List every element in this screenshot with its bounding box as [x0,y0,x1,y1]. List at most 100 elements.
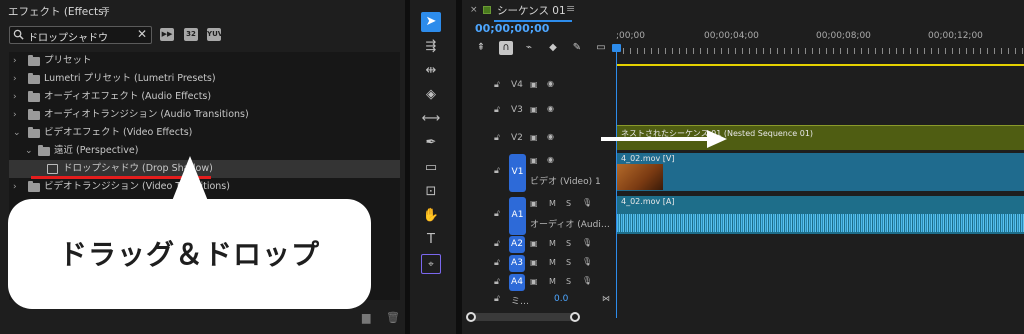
ripple-edit-icon[interactable]: ⇹ [421,61,441,81]
track-lane[interactable] [617,255,1024,273]
track-lane[interactable] [617,236,1024,254]
linked-selection-icon[interactable]: ⌁ [522,41,536,55]
timecode-display[interactable]: 00;00;00;00 [475,22,549,35]
sync-lock-icon[interactable]: ▣ [530,156,538,165]
expand-arrow-icon[interactable]: › [13,106,23,124]
lock-icon[interactable]: 🔓︎ [494,239,504,249]
eye-icon[interactable]: ◉ [547,155,554,164]
new-folder-icon[interactable]: ▆ [362,311,370,324]
expand-arrow-icon[interactable]: › [13,52,23,70]
lock-icon[interactable]: 🔓︎ [494,105,504,115]
rectangle-icon[interactable]: ▭ [421,158,441,178]
collapse-arrow-icon[interactable]: ⌄ [13,124,23,142]
mix-end-icon[interactable]: ⋈ [602,294,610,303]
lock-icon[interactable]: 🔓︎ [494,258,504,268]
mute-icon[interactable]: M [549,239,556,248]
trash-icon[interactable]: 🗑 [386,311,400,324]
tree-item-audio-transitions[interactable]: › オーディオトランジション (Audio Transitions) [9,106,400,124]
sync-lock-icon[interactable]: ▣ [530,239,538,248]
audio-waveform [617,214,1024,232]
video-clip[interactable]: 4_02.mov [V] [617,153,1024,191]
track-name[interactable]: V3 [511,105,523,115]
work-area-bar[interactable] [616,64,1024,66]
eye-icon[interactable]: ◉ [547,104,554,113]
track-lane[interactable] [617,100,1024,122]
expand-arrow-icon[interactable]: › [13,88,23,106]
lock-icon[interactable]: 🔓︎ [494,166,504,176]
scroll-handle-left[interactable] [466,312,476,322]
razor-icon[interactable]: ◈ [421,85,441,105]
track-target-v1[interactable]: V1 [509,154,526,192]
track-select-forward-icon[interactable]: ⇶ [421,37,441,57]
sync-lock-icon[interactable]: ▣ [530,105,538,114]
selection-tool-icon[interactable]: ➤ [421,12,441,32]
pen-icon[interactable]: ✒ [421,133,441,153]
collapse-arrow-icon[interactable]: ⌄ [25,142,35,160]
timeline-scrollbar[interactable] [466,312,580,322]
sequence-tab[interactable]: シーケンス 01 [497,3,566,18]
eye-icon[interactable]: ◉ [547,79,554,88]
generative-extend-icon[interactable]: ⌖ [421,254,441,274]
lock-icon[interactable]: 🔓︎ [494,133,504,143]
panel-menu-icon[interactable]: ≡ [566,2,575,15]
sync-lock-icon[interactable]: ▣ [530,133,538,142]
lock-icon[interactable]: 🔓︎ [494,294,504,304]
tree-item-presets[interactable]: › プリセット [9,52,400,70]
audio-clip[interactable]: 4_02.mov [A] [617,196,1024,234]
32bit-filter-icon[interactable]: 32 [184,28,198,41]
ruler-label: 00;00;08;00 [816,31,871,41]
sync-lock-icon[interactable]: ▣ [530,199,538,208]
sync-lock-icon[interactable]: ▣ [530,277,538,286]
sync-lock-icon[interactable]: ▣ [530,258,538,267]
eye-icon[interactable]: ◉ [547,132,554,141]
clear-search-icon[interactable]: ✕ [137,27,147,41]
slip-icon[interactable]: ⟷ [421,109,441,129]
expand-arrow-icon[interactable]: › [13,70,23,88]
wrench-icon[interactable]: ✎ [570,41,584,55]
expand-arrow-icon[interactable]: › [13,178,23,196]
mix-volume[interactable]: 0.0 [554,294,568,304]
add-marker-icon[interactable]: ◆ [546,41,560,55]
solo-icon[interactable]: S [566,239,571,248]
playhead-line[interactable] [616,48,617,318]
yuv-filter-icon[interactable]: YUV [207,28,223,41]
hand-move-icon[interactable]: ⊡ [421,182,441,202]
solo-icon[interactable]: S [566,199,571,208]
lock-icon[interactable]: 🔓︎ [494,209,504,219]
scroll-handle-right[interactable] [570,312,580,322]
track-target-a3[interactable]: A3 [509,255,525,272]
tree-item-lumetri-presets[interactable]: › Lumetri プリセット (Lumetri Presets) [9,70,400,88]
mute-icon[interactable]: M [549,277,556,286]
captions-icon[interactable]: ▭ [594,41,608,55]
snap-icon[interactable]: ∩ [499,41,513,55]
panel-menu-icon[interactable]: ≡ [101,3,110,16]
tree-item-video-effects[interactable]: ⌄ ビデオエフェクト (Video Effects) [9,124,400,142]
hand-icon[interactable]: ✋ [421,206,441,226]
solo-icon[interactable]: S [566,277,571,286]
track-target-a2[interactable]: A2 [509,236,525,253]
mic-icon[interactable]: 🎙︎ [582,198,592,207]
lock-icon[interactable]: 🔓︎ [494,277,504,287]
close-tab-icon[interactable]: × [470,5,478,15]
accelerated-effects-filter-icon[interactable]: ▶▶ [160,28,174,41]
mic-icon[interactable]: 🎙︎ [582,238,592,247]
tree-item-audio-effects[interactable]: › オーディオエフェクト (Audio Effects) [9,88,400,106]
mute-icon[interactable]: M [549,199,556,208]
track-target-a1[interactable]: A1 [509,197,526,235]
time-ruler[interactable]: ;00;00 00;00;04;00 00;00;08;00 00;00;12;… [616,22,1024,56]
solo-icon[interactable]: S [566,258,571,267]
type-icon[interactable]: T [421,230,441,250]
track-lane[interactable] [617,274,1024,292]
mute-icon[interactable]: M [549,258,556,267]
track-target-a4[interactable]: A4 [509,274,525,291]
sync-lock-icon[interactable]: ▣ [530,80,538,89]
insert-nest-icon[interactable]: ⇞ [474,41,488,55]
search-value[interactable]: ドロップシャドウ [28,29,108,44]
lock-icon[interactable]: 🔓︎ [494,80,504,90]
mic-icon[interactable]: 🎙︎ [582,257,592,266]
mic-icon[interactable]: 🎙︎ [582,276,592,285]
effects-search-input[interactable]: ドロップシャドウ ✕ [9,26,152,44]
track-lane[interactable] [617,76,1024,96]
track-name[interactable]: V4 [511,80,523,90]
track-name[interactable]: V2 [511,133,523,143]
